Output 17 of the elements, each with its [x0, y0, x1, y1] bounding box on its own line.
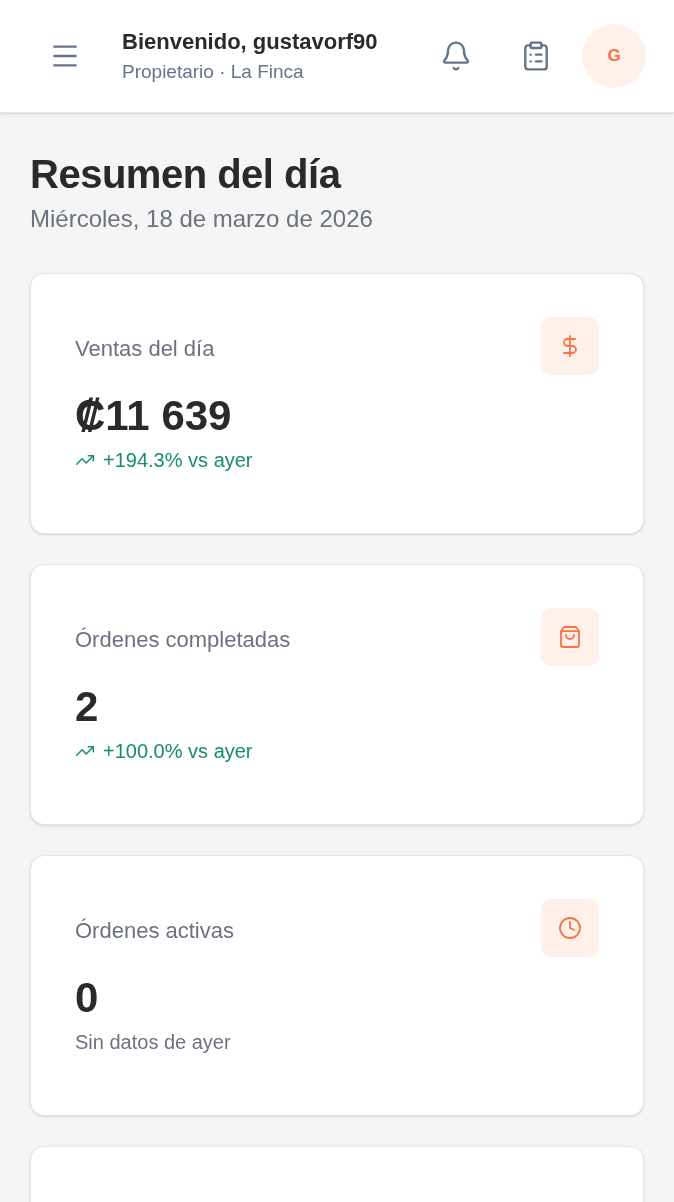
bell-icon [440, 40, 472, 72]
clock-icon [558, 916, 582, 940]
trend-text: +100.0% vs ayer [103, 739, 253, 764]
role-subtitle: Propietario · La Finca [122, 59, 305, 84]
trend-text: +194.3% vs ayer [103, 448, 253, 473]
stat-label: Órdenes completadas [75, 626, 291, 654]
welcome-title: Bienvenido, gustavorf90 [122, 28, 379, 56]
shopping-bag-icon [558, 625, 582, 649]
stat-value: 2 [75, 686, 100, 728]
stat-label: Ventas del día [75, 335, 215, 363]
trend-text: Sin datos de ayer [75, 1031, 231, 1053]
page-title: Resumen del día [30, 151, 343, 198]
stat-label: Órdenes activas [75, 917, 234, 945]
stat-value: ₡11 639 [75, 395, 233, 437]
stat-value: 0 [75, 977, 100, 1019]
date-text: Miércoles, 18 de marzo de 2026 [30, 204, 374, 234]
user-avatar[interactable]: G [582, 24, 646, 88]
